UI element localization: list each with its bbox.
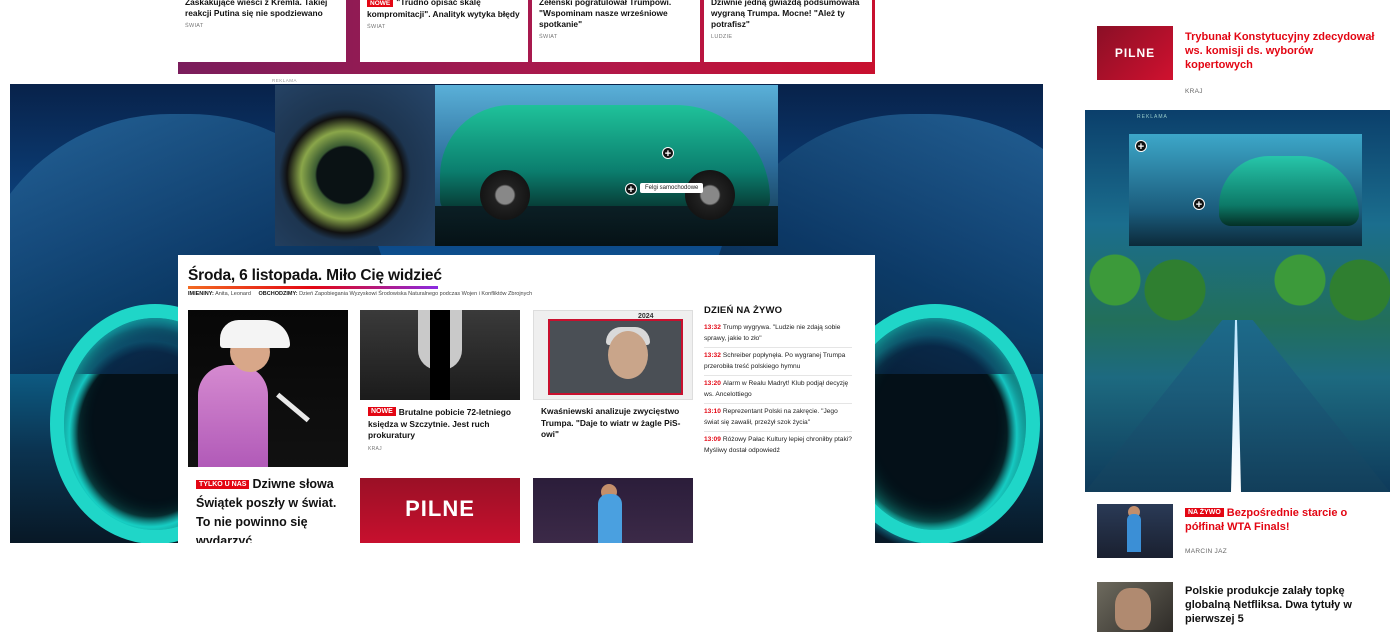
ad-hotspot-tooltip[interactable]: Felgi samochodowe <box>640 183 704 193</box>
top-card-category: ŚWIAT <box>185 23 204 29</box>
live-time: 13:32 <box>704 324 721 331</box>
ad-label: REKLAMA <box>1137 114 1168 120</box>
top-card-title: Dziwnie jedną gwiazdą podsumowała wygran… <box>711 0 860 29</box>
live-text: Alarm w Realu Madryt! Klub podjął decyzj… <box>704 380 849 398</box>
obchodzimy-value: Dzień Zapobiegania Wyzyskowi Środowiska … <box>299 291 533 297</box>
greeting-underline <box>188 286 438 289</box>
top-card-4[interactable]: Dziwnie jedną gwiazdą podsumowała wygran… <box>704 0 872 62</box>
article-headline: TYLKO U NAS Dziwne słowa Świątek poszły w… <box>188 467 348 543</box>
nowe-badge: NOWE <box>368 407 396 416</box>
pilne-tile[interactable]: PILNE <box>360 478 520 543</box>
na-zywo-badge: NA ŻYWO <box>1185 508 1224 517</box>
live-item[interactable]: 13:09 Różowy Pałac Kultury lepiej chronił… <box>704 432 852 459</box>
ad-hotspot-plus-icon[interactable]: + <box>1193 198 1205 211</box>
sidebar-car-ad[interactable]: REKLAMA + + <box>1085 110 1390 492</box>
sidebar-article-title: NA ŻYWO Bezpośrednie starcie o półfinał W… <box>1185 506 1382 534</box>
top-card-category: LUDZIE <box>711 34 733 40</box>
tennis-player-figure <box>198 365 268 467</box>
ad-hotspot-plus-icon[interactable]: + <box>1135 140 1147 153</box>
netflix-thumbnail <box>1097 582 1173 632</box>
tennis-racket <box>276 392 310 423</box>
sidebar-article-title: Trybunał Konstytucyjny zdecydował ws. ko… <box>1185 31 1375 71</box>
pilne-thumbnail: PILNE <box>1097 26 1173 80</box>
live-item[interactable]: 13:10 Reprezentant Polski na zakręcie. "J… <box>704 404 852 432</box>
ad-trees-left <box>1085 240 1225 330</box>
live-time: 13:32 <box>704 352 721 359</box>
article-category: KRAJ <box>368 445 382 452</box>
article-priest[interactable]: NOWE Brutalne pobicie 72-letniego księdza… <box>360 310 520 452</box>
ad-car-wheel-rear <box>685 170 735 220</box>
article-title: Kwaśniewski analizuje zwycięstwo Trumpa.… <box>541 406 681 439</box>
article-photo <box>360 310 520 400</box>
article-photo: 2024 <box>533 310 693 400</box>
sidebar-article-title: Polskie produkcje zalały topkę globalną … <box>1185 585 1352 625</box>
year-badge: 2024 <box>638 313 654 320</box>
ad-car-wheel-front <box>480 170 530 220</box>
sidebar-article-pilne[interactable]: PILNE Trybunał Konstytucyjny zdecydował … <box>1097 0 1382 100</box>
top-card-title: Zaskakujące wieści z Kremla. Takiej reak… <box>185 0 328 18</box>
live-item[interactable]: 13:32 Schreiber popłynęła. Po wygranej Tr… <box>704 348 852 376</box>
obchodzimy-label: OBCHODZIMY: <box>258 291 298 297</box>
live-text: Różowy Pałac Kultury lepiej chroniłby pt… <box>704 436 852 454</box>
live-time: 13:20 <box>704 380 721 387</box>
top-card-3[interactable]: Zełenski pogratulował Trumpowi. "Wspomin… <box>532 0 700 62</box>
imieniny-label: IMIENINY: <box>188 291 214 297</box>
nowe-badge: NOWE <box>367 0 394 7</box>
ad-car-image <box>1219 156 1359 226</box>
live-heading: DZIEŃ NA ŻYWO <box>704 305 783 316</box>
video-frame <box>548 319 683 395</box>
top-card-title-wrap: NOWE "Trudno opisać skalę kompromitacji".… <box>367 0 521 20</box>
live-feed: DZIEŃ NA ŻYWO 13:32 Trump wygrywa. "Ludzi… <box>704 305 852 459</box>
sidebar-article-category: KRAJ <box>1185 88 1203 95</box>
live-time: 13:10 <box>704 408 721 415</box>
ad-trees-right <box>1250 240 1390 330</box>
sidebar-article-author: MARCIN JAZ <box>1185 548 1227 555</box>
sidebar-article-wta[interactable]: NA ŻYWO Bezpośrednie starcie o półfinał W… <box>1097 500 1382 570</box>
tylko-u-nas-badge: TYLKO U NAS <box>196 480 250 489</box>
top-card-title: Zełenski pogratulował Trumpowi. "Wspomin… <box>539 0 672 29</box>
live-text: Trump wygrywa. "Ludzie nie zdają sobie s… <box>704 324 841 342</box>
main-content: Środa, 6 listopada. Miło Cię widzieć IMI… <box>178 255 875 543</box>
top-card-category: ŚWIAT <box>367 24 386 30</box>
ad-hotspot-plus-icon[interactable]: + <box>662 147 674 160</box>
live-item[interactable]: 13:20 Alarm w Realu Madryt! Klub podjął d… <box>704 376 852 404</box>
priest-cassock <box>430 310 450 400</box>
ad-car-panel <box>1129 134 1362 246</box>
ad-label: REKLAMA <box>272 78 298 83</box>
nameday-line: IMIENINY: Anita, Leonard OBCHODZIMY: Dzi… <box>188 291 532 297</box>
person-head <box>1115 588 1151 630</box>
ad-wheel-image <box>275 85 435 246</box>
tennis-player-cap <box>220 320 290 348</box>
imieniny-value: Anita, Leonard <box>215 291 251 297</box>
greeting-title: Środa, 6 listopada. Miło Cię widzieć <box>188 267 442 284</box>
ad-photo-banner[interactable]: + + <box>275 85 778 246</box>
article-main[interactable]: TYLKO U NAS Dziwne słowa Świątek poszły w… <box>188 310 348 543</box>
live-time: 13:09 <box>704 436 721 443</box>
article-kwasniewski[interactable]: 2024 Kwaśniewski analizuje zwycięstwo Tr… <box>533 310 693 445</box>
live-text: Schreiber popłynęła. Po wygranej Trumpa … <box>704 352 846 370</box>
ad-hotspot-plus-icon[interactable]: + <box>625 183 637 196</box>
person-head <box>608 331 648 379</box>
article-photo <box>188 310 348 467</box>
top-card-1[interactable]: Zaskakujące wieści z Kremla. Takiej reak… <box>178 0 346 62</box>
tennis-player-figure <box>1127 514 1141 552</box>
top-news-strip: Zaskakujące wieści z Kremla. Takiej reak… <box>178 0 875 74</box>
top-card-category: ŚWIAT <box>539 34 558 40</box>
tennis-tile[interactable] <box>533 478 693 543</box>
top-card-2[interactable]: NOWE "Trudno opisać skalę kompromitacji".… <box>360 0 528 62</box>
tennis-player-figure <box>598 494 622 543</box>
pilne-label: PILNE <box>405 496 475 521</box>
article-headline: NOWE Brutalne pobicie 72-letniego księdza… <box>360 400 520 446</box>
sidebar-article-netflix[interactable]: Polskie produkcje zalały topkę globalną … <box>1097 580 1382 632</box>
wta-thumbnail <box>1097 504 1173 558</box>
live-text: Reprezentant Polski na zakręcie. "Jego ś… <box>704 408 838 426</box>
live-item[interactable]: 13:32 Trump wygrywa. "Ludzie nie zdają so… <box>704 320 852 348</box>
